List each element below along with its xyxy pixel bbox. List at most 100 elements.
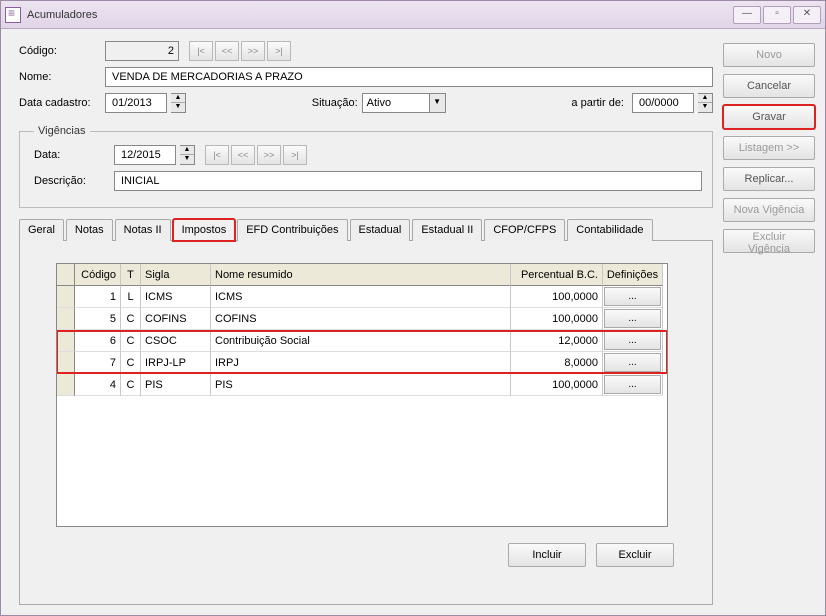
vig-data-spinner[interactable]: ▲ ▼ — [180, 145, 195, 165]
table-row[interactable]: 7 C IRPJ-LP IRPJ 8,0000 ... — [57, 352, 667, 374]
tab-efd[interactable]: EFD Contribuições — [237, 219, 347, 241]
data-cadastro-input[interactable] — [110, 96, 162, 110]
data-cadastro-field[interactable] — [105, 93, 167, 113]
maximize-button[interactable]: ▫ — [763, 6, 791, 24]
tab-notas-ii[interactable]: Notas II — [115, 219, 171, 241]
tab-cfop[interactable]: CFOP/CFPS — [484, 219, 565, 241]
cell-t[interactable]: L — [121, 286, 141, 308]
row-header-cell[interactable] — [57, 374, 75, 396]
cell-nome[interactable]: Contribuição Social — [211, 330, 511, 352]
novo-button[interactable]: Novo — [723, 43, 815, 67]
cell-nome[interactable]: PIS — [211, 374, 511, 396]
cell-perc[interactable]: 100,0000 — [511, 374, 603, 396]
cell-perc[interactable]: 12,0000 — [511, 330, 603, 352]
nav-first[interactable]: |< — [205, 145, 229, 165]
cell-nome[interactable]: ICMS — [211, 286, 511, 308]
cell-t[interactable]: C — [121, 352, 141, 374]
close-button[interactable]: ✕ — [793, 6, 821, 24]
chevron-down-icon[interactable]: ▼ — [430, 93, 446, 113]
nav-next[interactable]: >> — [257, 145, 281, 165]
cancelar-button[interactable]: Cancelar — [723, 74, 815, 98]
cell-perc[interactable]: 8,0000 — [511, 352, 603, 374]
tab-geral[interactable]: Geral — [19, 219, 64, 241]
nome-input[interactable] — [110, 70, 708, 84]
col-perc[interactable]: Percentual B.C. — [511, 264, 603, 286]
spin-down-icon[interactable]: ▼ — [698, 103, 712, 112]
col-nome[interactable]: Nome resumido — [211, 264, 511, 286]
descricao-input[interactable] — [119, 174, 697, 188]
nav-last[interactable]: >| — [283, 145, 307, 165]
gravar-button[interactable]: Gravar — [723, 105, 815, 129]
cell-codigo[interactable]: 6 — [75, 330, 121, 352]
cell-sigla[interactable]: ICMS — [141, 286, 211, 308]
nav-first[interactable]: |< — [189, 41, 213, 61]
nav-prev[interactable]: << — [231, 145, 255, 165]
table-row[interactable]: 4 C PIS PIS 100,0000 ... — [57, 374, 667, 396]
row-header-cell[interactable] — [57, 330, 75, 352]
nav-next[interactable]: >> — [241, 41, 265, 61]
a-partir-de-input[interactable] — [637, 96, 689, 110]
replicar-button[interactable]: Replicar... — [723, 167, 815, 191]
data-cadastro-spinner[interactable]: ▲ ▼ — [171, 93, 186, 113]
tab-estadual[interactable]: Estadual — [350, 219, 411, 241]
tab-contabilidade[interactable]: Contabilidade — [567, 219, 652, 241]
vig-data-field[interactable] — [114, 145, 176, 165]
row-header-cell[interactable] — [57, 286, 75, 308]
table-row[interactable]: 1 L ICMS ICMS 100,0000 ... — [57, 286, 667, 308]
incluir-button[interactable]: Incluir — [508, 543, 586, 567]
descricao-field[interactable] — [114, 171, 702, 191]
a-partir-de-label: a partir de: — [571, 97, 624, 109]
tab-notas[interactable]: Notas — [66, 219, 113, 241]
col-def[interactable]: Definições — [603, 264, 663, 286]
a-partir-de-field[interactable] — [632, 93, 694, 113]
spin-down-icon[interactable]: ▼ — [180, 155, 194, 164]
minimize-button[interactable]: — — [733, 6, 761, 24]
cell-sigla[interactable]: COFINS — [141, 308, 211, 330]
cell-sigla[interactable]: PIS — [141, 374, 211, 396]
spin-up-icon[interactable]: ▲ — [180, 146, 194, 155]
cell-perc[interactable]: 100,0000 — [511, 308, 603, 330]
definicoes-button[interactable]: ... — [604, 353, 661, 372]
spin-up-icon[interactable]: ▲ — [171, 94, 185, 103]
nav-last[interactable]: >| — [267, 41, 291, 61]
col-codigo[interactable]: Código — [75, 264, 121, 286]
col-t[interactable]: T — [121, 264, 141, 286]
nav-prev[interactable]: << — [215, 41, 239, 61]
side-button-bar: Novo Cancelar Gravar Listagem >> Replica… — [723, 41, 815, 605]
tab-impostos[interactable]: Impostos — [173, 219, 236, 241]
table-row[interactable]: 5 C COFINS COFINS 100,0000 ... — [57, 308, 667, 330]
cell-nome[interactable]: IRPJ — [211, 352, 511, 374]
cell-codigo[interactable]: 7 — [75, 352, 121, 374]
cell-sigla[interactable]: IRPJ-LP — [141, 352, 211, 374]
cell-t[interactable]: C — [121, 330, 141, 352]
nome-field[interactable] — [105, 67, 713, 87]
row-header-cell[interactable] — [57, 308, 75, 330]
client-area: Código: 2 |< << >> >| Nome: Data cadast — [1, 29, 825, 615]
definicoes-button[interactable]: ... — [604, 287, 661, 306]
tab-estadual-ii[interactable]: Estadual II — [412, 219, 482, 241]
cell-nome[interactable]: COFINS — [211, 308, 511, 330]
definicoes-button[interactable]: ... — [604, 331, 661, 350]
cell-sigla[interactable]: CSOC — [141, 330, 211, 352]
cell-t[interactable]: C — [121, 308, 141, 330]
situacao-combo[interactable]: Ativo ▼ — [362, 93, 446, 113]
a-partir-de-spinner[interactable]: ▲ ▼ — [698, 93, 713, 113]
spin-down-icon[interactable]: ▼ — [171, 103, 185, 112]
listagem-button[interactable]: Listagem >> — [723, 136, 815, 160]
spin-up-icon[interactable]: ▲ — [698, 94, 712, 103]
cell-codigo[interactable]: 5 — [75, 308, 121, 330]
table-row[interactable]: 6 C CSOC Contribuição Social 12,0000 ... — [57, 330, 667, 352]
situacao-field[interactable]: Ativo — [362, 93, 430, 113]
excluir-button[interactable]: Excluir — [596, 543, 674, 567]
row-header-cell[interactable] — [57, 352, 75, 374]
cell-codigo[interactable]: 4 — [75, 374, 121, 396]
nova-vigencia-button[interactable]: Nova Vigência — [723, 198, 815, 222]
cell-t[interactable]: C — [121, 374, 141, 396]
definicoes-button[interactable]: ... — [604, 309, 661, 328]
excluir-vigencia-button[interactable]: Excluir Vigência — [723, 229, 815, 253]
vig-data-input[interactable] — [119, 148, 171, 162]
col-sigla[interactable]: Sigla — [141, 264, 211, 286]
definicoes-button[interactable]: ... — [604, 375, 661, 394]
cell-codigo[interactable]: 1 — [75, 286, 121, 308]
cell-perc[interactable]: 100,0000 — [511, 286, 603, 308]
